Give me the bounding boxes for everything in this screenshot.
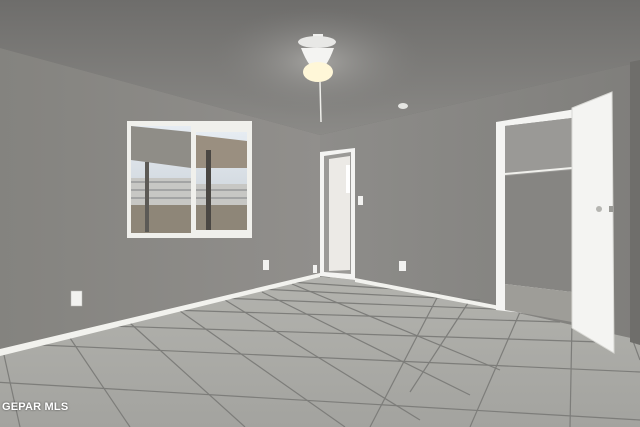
smoke-detector — [398, 103, 408, 109]
door-knob — [596, 206, 602, 212]
wall-outlet — [399, 261, 406, 271]
room-photo: GEPAR MLS — [0, 0, 640, 427]
window — [127, 121, 252, 238]
right-corner-wall — [630, 60, 640, 345]
door-hinge — [609, 206, 613, 212]
hallway-doorway — [320, 148, 355, 280]
wall-outlet — [70, 290, 83, 307]
closet-door — [571, 91, 615, 354]
closet-opening — [496, 108, 582, 322]
mls-watermark: GEPAR MLS — [2, 401, 69, 413]
wall-outlet — [313, 265, 317, 273]
light-switch — [358, 196, 363, 205]
wall-outlet — [263, 260, 269, 270]
